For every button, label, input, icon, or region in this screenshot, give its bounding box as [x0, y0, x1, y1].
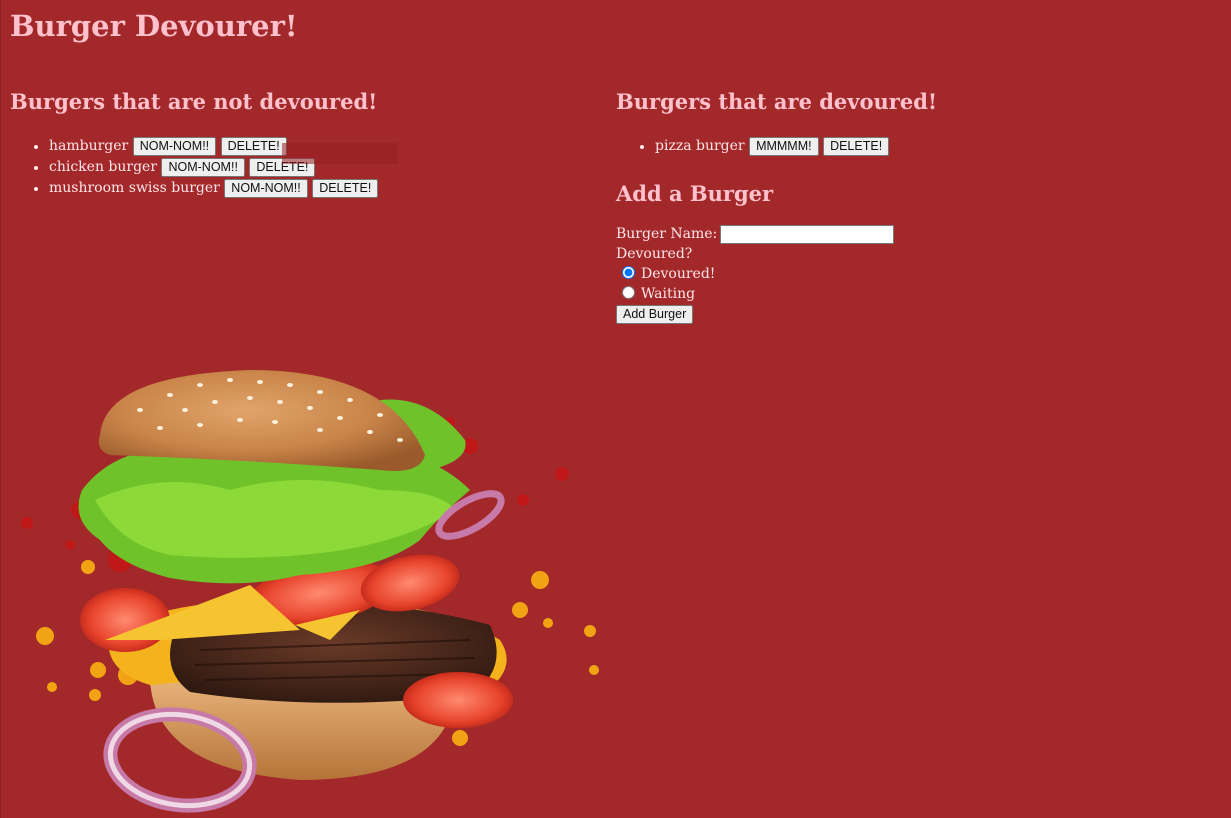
- waiting-radio[interactable]: [622, 286, 635, 299]
- burger-name: mushroom swiss burger: [49, 180, 220, 196]
- radio-devoured-row: Devoured!: [616, 264, 1216, 284]
- burger-name: chicken burger: [49, 159, 158, 175]
- burger-name-input[interactable]: [720, 224, 895, 244]
- waiting-radio-label: Waiting: [641, 286, 696, 302]
- add-burger-button[interactable]: Add Burger: [616, 305, 694, 324]
- nom-nom-button[interactable]: NOM-NOM!!: [224, 179, 308, 198]
- nom-nom-button[interactable]: NOM-NOM!!: [161, 158, 245, 177]
- devoured-radio[interactable]: [622, 266, 635, 279]
- add-burger-form: Burger Name: Devoured? Devoured! Waiting…: [616, 224, 1216, 324]
- faded-overlay-field: [282, 143, 398, 164]
- add-burger-heading: Add a Burger: [616, 181, 774, 206]
- list-item: pizza burger MMMMM! DELETE!: [655, 136, 1216, 157]
- delete-button[interactable]: DELETE!: [312, 179, 379, 198]
- burger-name-label: Burger Name:: [616, 226, 718, 242]
- nom-nom-button[interactable]: NOM-NOM!!: [132, 137, 217, 156]
- devoured-heading: Burgers that are devoured!: [616, 89, 938, 114]
- devoured-question: Devoured?: [616, 246, 693, 262]
- list-item: mushroom swiss burger NOM-NOM!! DELETE!: [49, 178, 590, 199]
- mmmmm-button[interactable]: MMMMM!: [749, 137, 819, 156]
- radio-waiting-row: Waiting: [616, 284, 1216, 304]
- page-title: Burger Devourer!: [10, 9, 298, 43]
- devoured-list: pizza burger MMMMM! DELETE!: [616, 136, 1216, 157]
- devoured-radio-label: Devoured!: [641, 266, 716, 282]
- name-row: Burger Name:: [616, 224, 1216, 244]
- burger-name: hamburger: [49, 138, 129, 154]
- delete-button[interactable]: DELETE!: [823, 137, 890, 156]
- devoured-section: Burgers that are devoured! pizza burger …: [616, 89, 1216, 324]
- burger-name: pizza burger: [655, 138, 745, 154]
- not-devoured-heading: Burgers that are not devoured!: [10, 89, 378, 114]
- delete-button[interactable]: DELETE!: [220, 137, 287, 156]
- burger-illustration: [21, 370, 599, 813]
